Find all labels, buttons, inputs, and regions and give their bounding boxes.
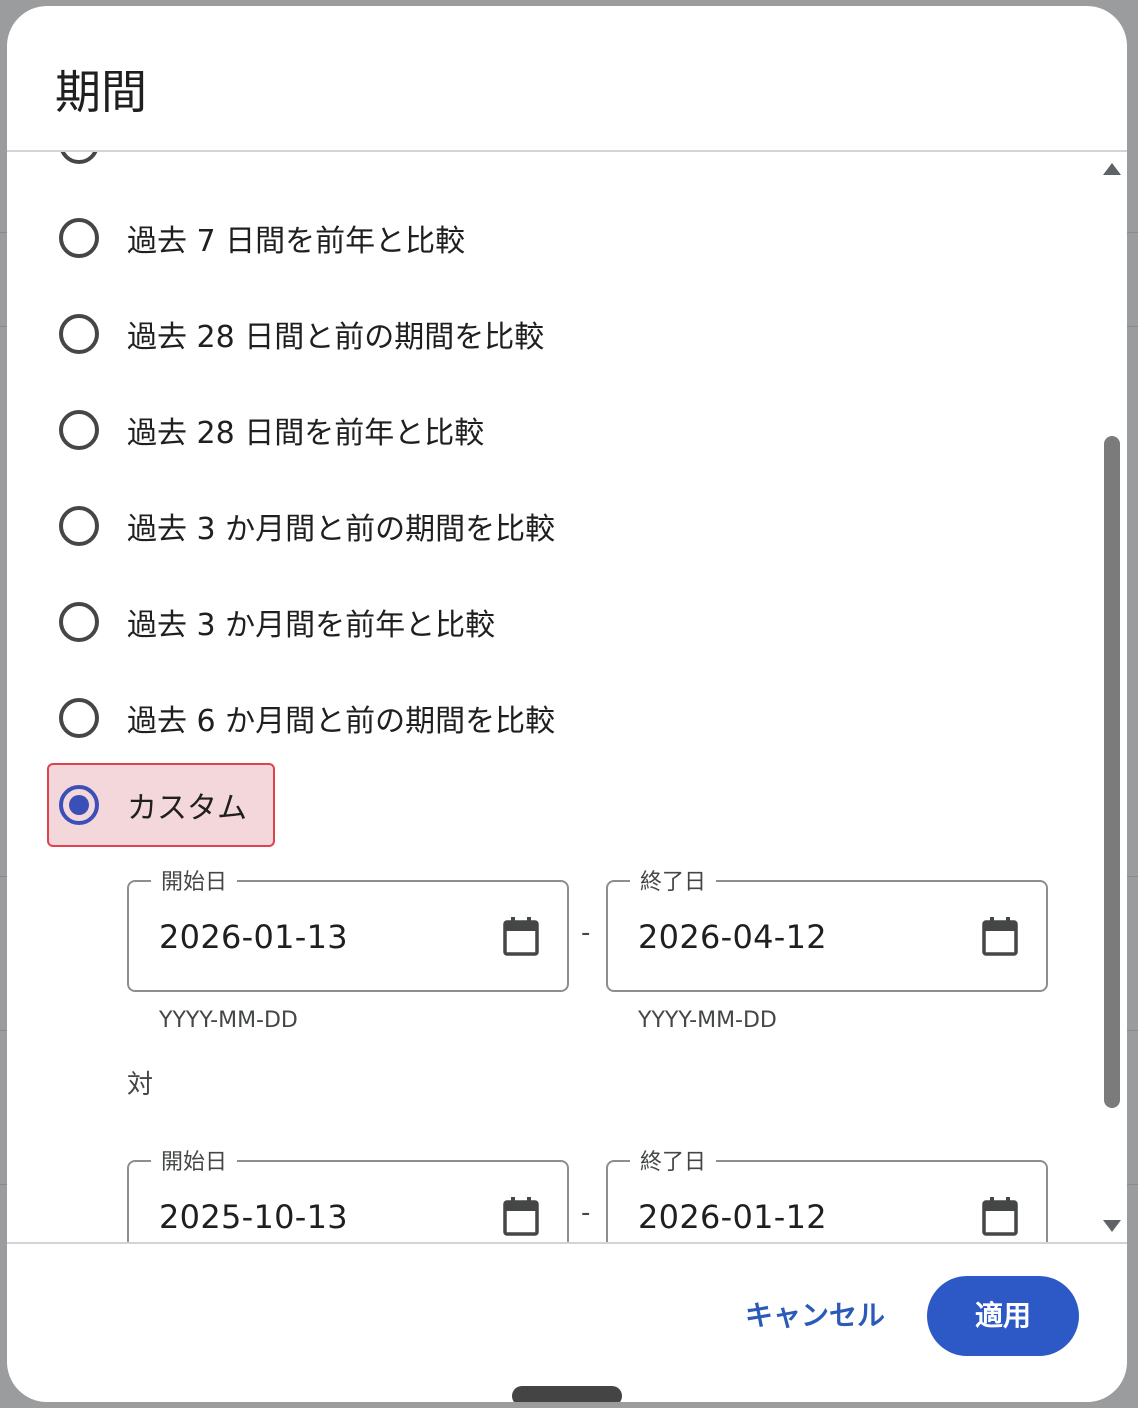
field-value[interactable]: 2026-01-12 (638, 1198, 827, 1236)
option-last28-vs-prev-year[interactable]: 過去 28 日間を前年と比較 (59, 400, 484, 460)
option-label: カスタム (127, 791, 247, 826)
radio-button[interactable] (59, 506, 99, 546)
calendar-icon[interactable] (982, 916, 1018, 956)
cancel-button[interactable]: キャンセル (735, 1284, 895, 1348)
scroll-down-arrow-icon[interactable] (1103, 1220, 1121, 1232)
option-last3m-vs-prev-year[interactable]: 過去 3 か月間を前年と比較 (59, 592, 495, 652)
option-last6m-vs-prev-period[interactable]: 過去 6 か月間と前の期間を比較 (59, 688, 555, 748)
option-last3m-vs-prev-period[interactable]: 過去 3 か月間と前の期間を比較 (59, 496, 555, 556)
calendar-icon[interactable] (503, 1196, 539, 1236)
option-last28-vs-prev-period[interactable]: 過去 28 日間と前の期間を比較 (59, 304, 544, 364)
apply-button[interactable]: 適用 (927, 1276, 1079, 1356)
field-label: 終了日 (630, 864, 717, 896)
range2-start-date-field[interactable]: 開始日 2025-10-13 (127, 1144, 569, 1242)
range2-end-date-field[interactable]: 終了日 2026-01-12 (606, 1144, 1048, 1242)
date-range-dialog: 期間 過去 7 日間を前年と比較 過去 28 日間と前の期間を比較 過去 28 … (7, 6, 1127, 1402)
versus-label: 対 (127, 1070, 154, 1100)
option-last7-vs-prev-year[interactable]: 過去 7 日間を前年と比較 (59, 208, 465, 268)
radio-button-selected[interactable] (59, 785, 99, 825)
field-label: 終了日 (630, 1144, 717, 1176)
calendar-icon[interactable] (982, 1196, 1018, 1236)
radio-button[interactable] (59, 218, 99, 258)
option-label: 過去 7 日間を前年と比較 (127, 224, 466, 259)
field-value[interactable]: 2026-01-13 (159, 918, 348, 956)
range-separator: - (581, 1198, 591, 1228)
date-format-hint: YYYY-MM-DD (638, 1008, 777, 1033)
range1-end-date-field[interactable]: 終了日 2026-04-12 (606, 864, 1048, 992)
scroll-up-arrow-icon[interactable] (1103, 163, 1121, 175)
radio-button[interactable] (59, 602, 99, 642)
options-scroll-area[interactable]: 過去 7 日間を前年と比較 過去 28 日間と前の期間を比較 過去 28 日間を… (7, 152, 1127, 1242)
field-label: 開始日 (151, 864, 238, 896)
scrollbar-thumb[interactable] (1104, 436, 1120, 1108)
range1-start-date-field[interactable]: 開始日 2026-01-13 (127, 864, 569, 992)
dialog-title: 期間 (55, 65, 147, 119)
radio-hidden-option[interactable] (59, 152, 99, 164)
radio-button[interactable] (59, 410, 99, 450)
option-label: 過去 28 日間を前年と比較 (127, 416, 485, 451)
field-value[interactable]: 2025-10-13 (159, 1198, 348, 1236)
range-separator: - (581, 918, 591, 948)
footer-divider (7, 1242, 1127, 1244)
option-label: 過去 6 か月間と前の期間を比較 (127, 704, 556, 739)
radio-button[interactable] (59, 698, 99, 738)
field-label: 開始日 (151, 1144, 238, 1176)
calendar-icon[interactable] (503, 916, 539, 956)
option-custom[interactable]: カスタム (59, 775, 247, 835)
option-label: 過去 3 か月間を前年と比較 (127, 608, 496, 643)
home-indicator (512, 1386, 622, 1402)
option-label: 過去 28 日間と前の期間を比較 (127, 320, 545, 355)
field-value[interactable]: 2026-04-12 (638, 918, 827, 956)
radio-button[interactable] (59, 314, 99, 354)
date-format-hint: YYYY-MM-DD (159, 1008, 298, 1033)
option-label: 過去 3 か月間と前の期間を比較 (127, 512, 556, 547)
